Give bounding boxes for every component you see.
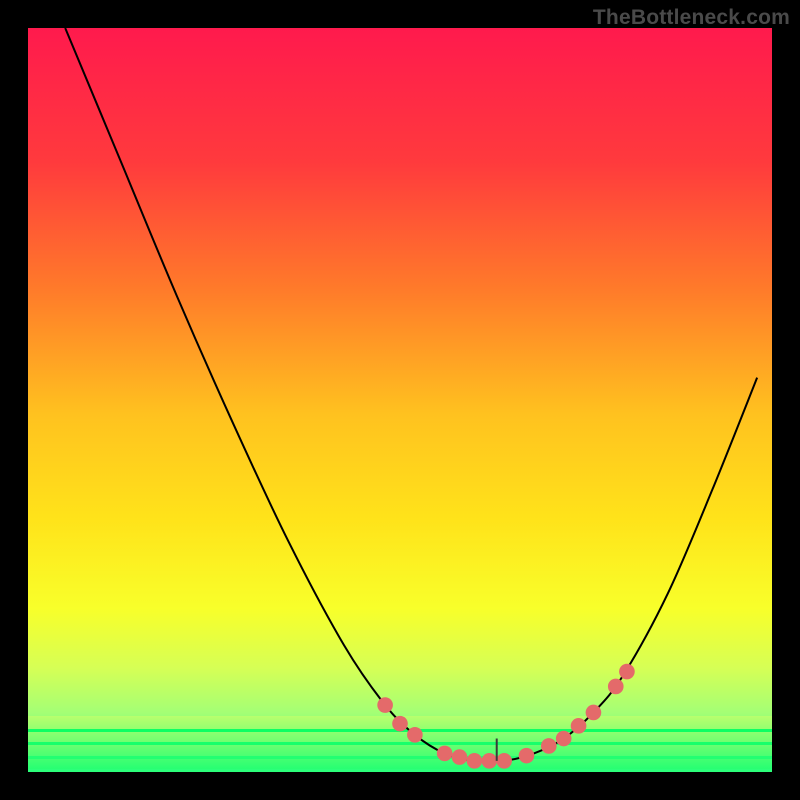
background-gradient — [28, 28, 772, 772]
green-rule — [28, 769, 772, 772]
green-bottom-band — [28, 716, 772, 772]
plot-area — [28, 28, 772, 772]
chart-stage: TheBottleneck.com — [0, 0, 800, 800]
watermark-text: TheBottleneck.com — [593, 6, 790, 30]
green-rule — [28, 742, 772, 745]
green-rule — [28, 756, 772, 759]
green-rule — [28, 729, 772, 732]
